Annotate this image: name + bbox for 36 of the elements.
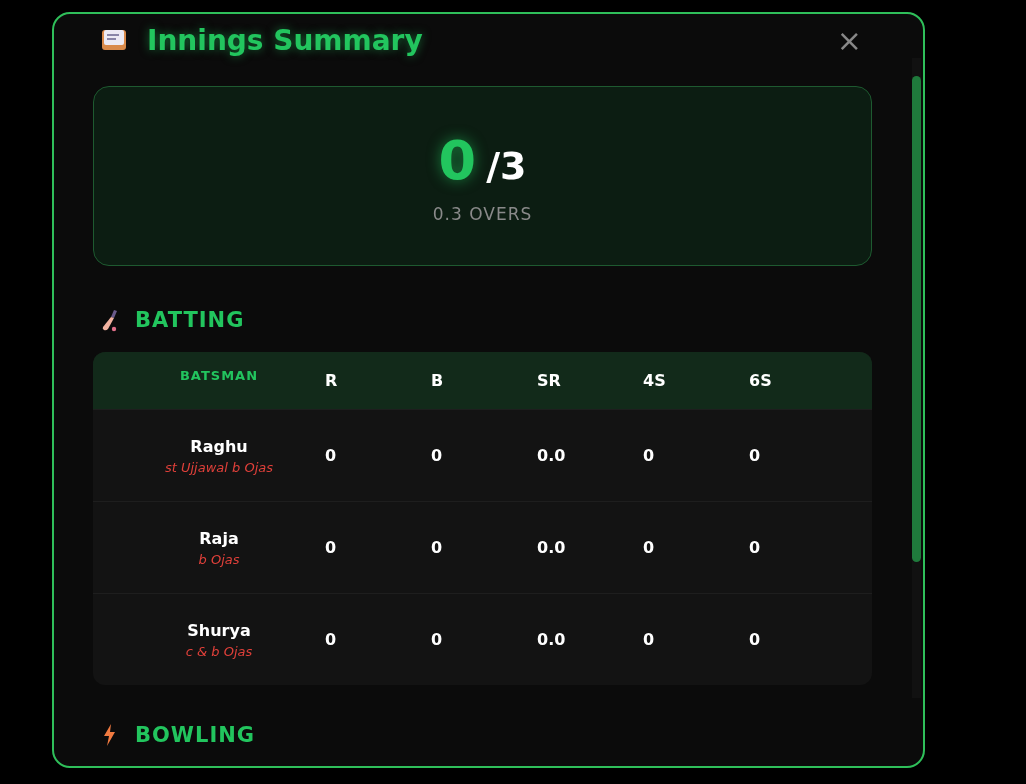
table-cell-text: 0: [325, 630, 338, 649]
column-header: R: [325, 371, 339, 390]
table-cell-text: 0.0: [537, 538, 567, 557]
memo-icon: [101, 28, 127, 52]
overs-label: 0.3 OVERS: [432, 203, 533, 224]
column-header: BATSMAN: [178, 368, 260, 383]
table-cell-text: 0: [643, 630, 656, 649]
table-cell-text: 0: [749, 630, 762, 649]
table-cell-text: 0: [749, 538, 762, 557]
batsman-name: Shurya: [187, 620, 251, 640]
close-button[interactable]: ×: [826, 22, 872, 58]
table-cell-text: 0.0: [537, 446, 567, 465]
table-cell-text: 0: [325, 446, 338, 465]
runs-score: 0: [438, 128, 477, 192]
dismissal-text: b Ojas: [198, 551, 240, 567]
table-cell-text: 0: [749, 446, 762, 465]
dismissal-text: c & b Ojas: [185, 643, 253, 659]
column-header: SR: [537, 371, 562, 390]
section-heading: BOWLING: [135, 723, 256, 747]
table-cell-text: 0.0: [537, 630, 567, 649]
section-heading: BATTING: [135, 308, 245, 332]
dismissal-text: st Ujjawal b Ojas: [165, 459, 273, 475]
table-cell-text: 0: [643, 446, 656, 465]
column-header: 6S: [749, 371, 773, 390]
table-cell-text: 0: [643, 538, 656, 557]
table-cell-text: 0: [431, 538, 444, 557]
column-header: B: [431, 371, 445, 390]
batsman-name: Raghu: [190, 436, 248, 456]
column-header: 4S: [643, 371, 667, 390]
table-cell-text: 0: [325, 538, 338, 557]
wickets-score: /3: [486, 143, 527, 188]
table-cell-text: 0: [431, 630, 444, 649]
batsman-name: Raja: [199, 528, 239, 548]
modal-title: Innings Summary: [147, 23, 423, 57]
table-cell-text: 0: [431, 446, 444, 465]
scrollbar[interactable]: [912, 58, 921, 698]
